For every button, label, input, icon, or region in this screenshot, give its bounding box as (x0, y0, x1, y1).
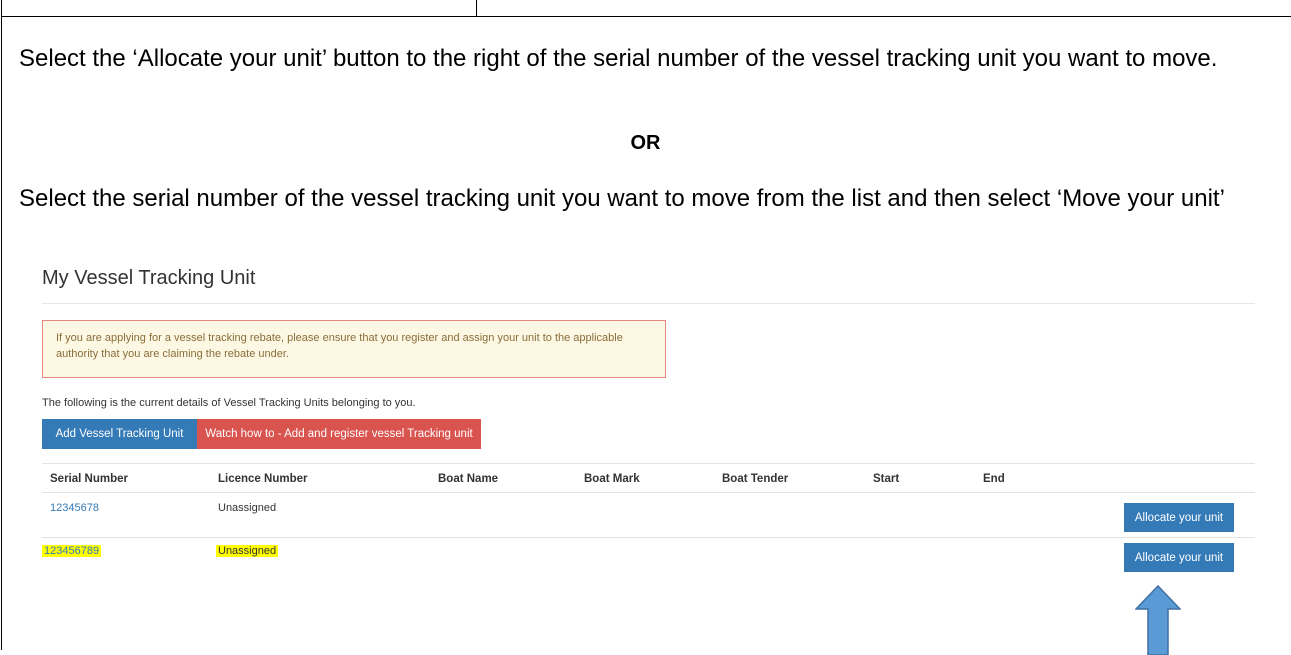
title-divider (42, 303, 1255, 304)
col-header-boat-tender: Boat Tender (722, 473, 789, 485)
serial-number-link[interactable]: 12345678 (50, 502, 99, 514)
col-header-end: End (983, 473, 1005, 485)
col-header-boat-mark: Boat Mark (584, 473, 640, 485)
allocate-your-unit-button[interactable]: Allocate your unit (1124, 543, 1234, 572)
or-label: OR (630, 132, 661, 154)
header-bottom-rule (42, 492, 1255, 493)
allocate-your-unit-button[interactable]: Allocate your unit (1124, 503, 1234, 532)
col-header-start: Start (873, 473, 900, 485)
doc-border-left (1, 0, 2, 650)
add-vessel-tracking-unit-button[interactable]: Add Vessel Tracking Unit (42, 419, 197, 449)
embedded-screenshot: My Vessel Tracking Unit If you are apply… (42, 262, 1255, 650)
page-title: My Vessel Tracking Unit (42, 267, 256, 289)
doc-cell-divider (476, 0, 477, 16)
instruction-allocate: Select the ‘Allocate your unit’ button t… (19, 45, 1218, 72)
instruction-move: Select the serial number of the vessel t… (19, 185, 1225, 212)
col-header-licence-number: Licence Number (218, 473, 308, 485)
watch-how-to-button[interactable]: Watch how to - Add and register vessel T… (197, 419, 481, 449)
licence-number: Unassigned (218, 502, 277, 514)
rebate-warning-alert: If you are applying for a vessel trackin… (42, 320, 666, 378)
table-top-rule (42, 463, 1255, 464)
intro-text: The following is the current details of … (42, 397, 416, 409)
up-arrow-icon (1135, 585, 1181, 655)
doc-row-border (1, 16, 1291, 17)
row-divider (42, 537, 1255, 538)
serial-number-link[interactable]: 123456789 (42, 545, 102, 557)
licence-number: Unassigned (216, 545, 279, 557)
col-header-serial-number: Serial Number (50, 473, 128, 485)
col-header-boat-name: Boat Name (438, 473, 499, 485)
